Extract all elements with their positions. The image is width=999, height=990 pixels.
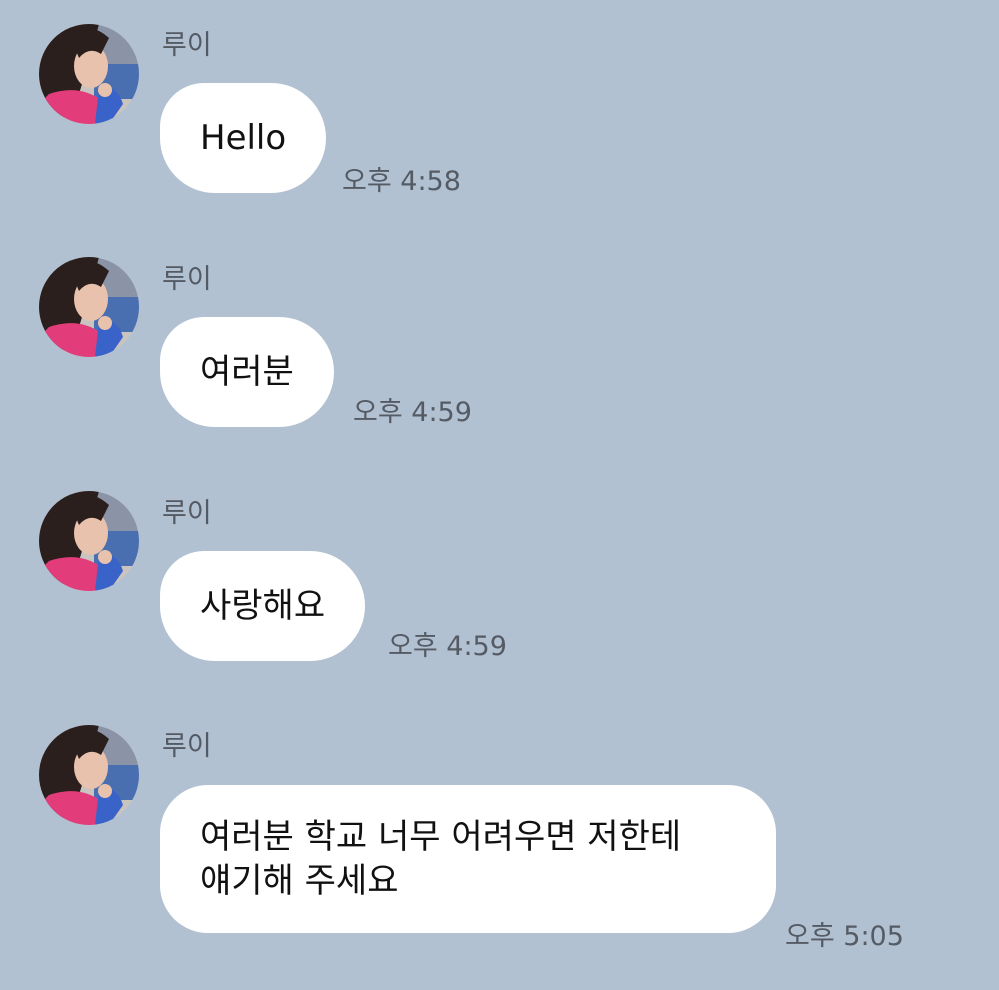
message-bubble[interactable]: 여러분 학교 너무 어려우면 저한테 얘기해 주세요 bbox=[160, 785, 776, 933]
sender-name: 루이 bbox=[162, 498, 212, 529]
profile-photo-icon bbox=[39, 257, 139, 357]
avatar[interactable] bbox=[39, 257, 139, 357]
avatar[interactable] bbox=[39, 725, 139, 825]
profile-photo-icon bbox=[39, 725, 139, 825]
sender-name: 루이 bbox=[162, 30, 212, 61]
message-bubble[interactable]: 사랑해요 bbox=[160, 551, 366, 661]
message-timestamp: 오후 4:59 bbox=[353, 397, 472, 428]
profile-photo-icon bbox=[39, 491, 139, 591]
avatar[interactable] bbox=[39, 24, 139, 124]
sender-name: 루이 bbox=[162, 264, 212, 295]
message-bubble[interactable]: 여러분 bbox=[160, 317, 334, 427]
message-text: Hello bbox=[200, 118, 287, 158]
message-bubble[interactable]: Hello bbox=[160, 83, 327, 193]
message-text-line: 얘기해 주세요 bbox=[200, 861, 399, 901]
message-text: 사랑해요 bbox=[200, 586, 326, 626]
message-timestamp: 오후 4:59 bbox=[388, 631, 507, 662]
message-timestamp: 오후 4:58 bbox=[342, 166, 461, 197]
profile-photo-icon bbox=[39, 24, 139, 124]
sender-name: 루이 bbox=[162, 731, 212, 762]
message-timestamp: 오후 5:05 bbox=[785, 921, 904, 952]
message-text-line: 여러분 학교 너무 어려우면 저한테 bbox=[200, 817, 682, 857]
message-text: 여러분 bbox=[200, 352, 294, 392]
avatar[interactable] bbox=[39, 491, 139, 591]
